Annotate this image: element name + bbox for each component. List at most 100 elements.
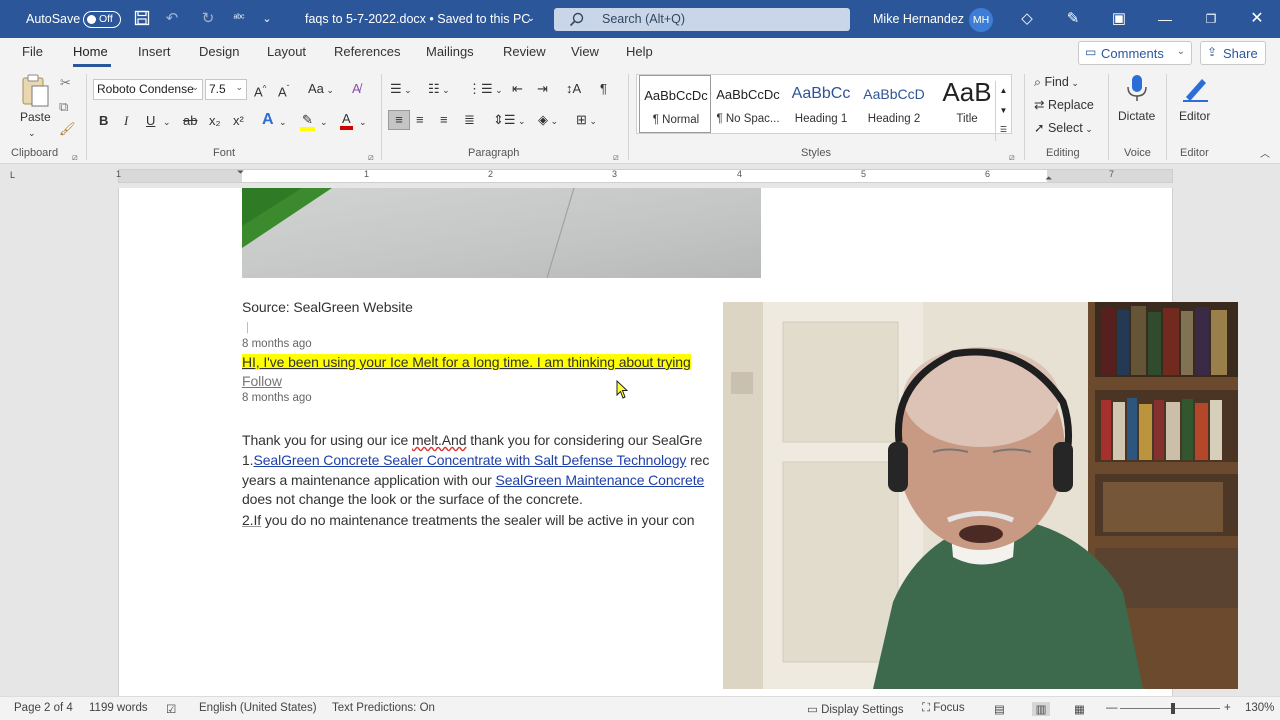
web-layout-icon[interactable]: ▦ <box>1074 702 1085 716</box>
tab-selector[interactable]: L <box>10 170 22 182</box>
shrink-font-icon[interactable]: Aˇ <box>278 80 289 101</box>
dictate-button[interactable]: Dictate <box>1118 107 1155 125</box>
text-effects-icon[interactable]: A <box>262 111 274 129</box>
underline-button[interactable]: U <box>146 112 155 130</box>
text-predictions[interactable]: Text Predictions: On <box>332 702 435 714</box>
save-icon[interactable] <box>133 10 151 28</box>
close-icon[interactable]: ✕ <box>1246 8 1268 30</box>
format-painter-icon[interactable]: 🖌 <box>59 120 76 138</box>
tab-home[interactable]: Home <box>73 44 108 59</box>
subscript-button[interactable]: x₂ <box>209 112 221 130</box>
user-name[interactable]: Mike Hernandez <box>873 12 964 26</box>
find-button[interactable]: ⌕ Find ⌄ <box>1034 73 1079 92</box>
search-box[interactable]: Search (Alt+Q) <box>554 8 850 31</box>
zoom-slider-thumb[interactable] <box>1171 703 1175 714</box>
collapse-ribbon-icon[interactable]: ︿ <box>1260 146 1270 164</box>
bold-button[interactable]: B <box>99 112 108 130</box>
sort-icon[interactable]: ↕A <box>566 80 581 98</box>
display-settings-button[interactable]: ▭ Display Settings <box>807 702 904 716</box>
style-heading-2[interactable]: AaBbCcD Heading 2 <box>858 75 930 133</box>
scroll-down-icon[interactable]: ▼ <box>996 101 1011 121</box>
tab-design[interactable]: Design <box>199 44 239 59</box>
align-right-icon[interactable]: ≡ <box>440 111 448 129</box>
clear-formatting-icon[interactable]: A̸ <box>352 80 361 98</box>
zoom-out-icon[interactable]: — <box>1106 702 1118 714</box>
autosave-toggle[interactable]: Off <box>83 11 121 28</box>
change-case-button[interactable]: Aa ⌄ <box>308 80 334 99</box>
zoom-level[interactable]: 130% <box>1245 702 1274 714</box>
style-title[interactable]: AaB Title <box>931 75 1003 133</box>
font-size-combo[interactable]: 7.5 ⌄ <box>205 79 247 100</box>
increase-indent-icon[interactable]: ⇥ <box>537 80 548 98</box>
cut-icon[interactable]: ✂ <box>60 74 71 92</box>
zoom-in-icon[interactable]: + <box>1224 702 1231 714</box>
proofing-icon[interactable]: ☑ <box>166 702 176 716</box>
text-effects-dropdown-icon[interactable]: ⌄ <box>279 113 287 131</box>
borders-icon[interactable]: ⊞ ⌄ <box>576 111 597 130</box>
show-formatting-button[interactable]: ¶ <box>600 80 607 98</box>
horizontal-ruler[interactable]: 1 1 2 3 4 5 6 7 ⏷ ⏶ <box>116 167 1173 184</box>
comments-button[interactable]: ▭ Comments ⌄ <box>1078 41 1192 65</box>
strikethrough-button[interactable]: ab <box>183 112 197 130</box>
editor-icon[interactable] <box>1180 73 1210 103</box>
tab-references[interactable]: References <box>334 44 400 59</box>
align-left-icon[interactable]: ≡ <box>388 110 410 130</box>
minimize-icon[interactable]: — <box>1154 8 1176 30</box>
follow-link[interactable]: Follow <box>242 373 282 389</box>
paste-dropdown-icon[interactable]: ⌄ <box>28 124 36 142</box>
underline-dropdown-icon[interactable]: ⌄ <box>163 113 171 131</box>
page-count[interactable]: Page 2 of 4 <box>14 702 73 714</box>
italic-button[interactable]: I <box>124 112 128 130</box>
avatar[interactable]: MH <box>969 8 993 32</box>
style-no-spacing[interactable]: AaBbCcDc ¶ No Spac... <box>712 75 784 133</box>
zoom-slider[interactable] <box>1120 708 1220 709</box>
redo-icon[interactable]: ↻ <box>199 10 217 28</box>
more-styles-icon[interactable]: ☰ <box>996 121 1011 139</box>
font-name-combo[interactable]: Roboto Condense ⌄ <box>93 79 203 100</box>
copy-icon[interactable]: ⧉ <box>59 98 68 116</box>
print-layout-icon[interactable]: ▥ <box>1032 702 1050 716</box>
share-button[interactable]: ⇪ Share <box>1200 41 1266 65</box>
grow-font-icon[interactable]: A^ <box>254 80 266 101</box>
multilevel-list-icon[interactable]: ⋮☰ ⌄ <box>468 80 503 99</box>
justify-icon[interactable]: ≣ <box>464 111 475 129</box>
spelling-icon[interactable]: ᵃᵇᶜ <box>230 10 248 28</box>
read-mode-icon[interactable]: ▤ <box>994 702 1005 716</box>
numbering-icon[interactable]: ☷ ⌄ <box>428 80 450 99</box>
tab-mailings[interactable]: Mailings <box>426 44 474 59</box>
editor-button[interactable]: Editor <box>1179 107 1210 125</box>
microphone-icon[interactable] <box>1124 73 1150 103</box>
replace-button[interactable]: ⇄ Replace <box>1034 96 1094 114</box>
highlight-icon[interactable]: ✎ <box>300 111 315 131</box>
word-count[interactable]: 1199 words <box>89 702 148 714</box>
tab-review[interactable]: Review <box>503 44 546 59</box>
font-color-icon[interactable]: A <box>340 110 353 130</box>
superscript-button[interactable]: x² <box>233 112 244 130</box>
customize-toolbar-icon[interactable]: ⌄ <box>258 10 276 28</box>
tab-layout[interactable]: Layout <box>267 44 306 59</box>
tab-file[interactable]: File <box>22 44 43 59</box>
tab-insert[interactable]: Insert <box>138 44 171 59</box>
title-dropdown-icon[interactable]: ⌄ <box>522 10 540 28</box>
font-color-dropdown-icon[interactable]: ⌄ <box>359 113 367 131</box>
pen-icon[interactable]: ✎ <box>1064 10 1082 28</box>
highlight-dropdown-icon[interactable]: ⌄ <box>320 113 328 131</box>
right-indent-marker[interactable]: ⏶ <box>1045 173 1052 184</box>
restore-icon[interactable]: ❐ <box>1200 8 1222 30</box>
shading-icon[interactable]: ◈ ⌄ <box>538 111 558 130</box>
select-button[interactable]: ➚ Select ⌄ <box>1034 119 1093 138</box>
decrease-indent-icon[interactable]: ⇤ <box>512 80 523 98</box>
styles-scroll[interactable]: ▲ ▼ ☰ <box>995 81 1011 141</box>
style-normal[interactable]: AaBbCcDc ¶ Normal <box>639 75 711 133</box>
product-link[interactable]: SealGreen Maintenance Concrete <box>496 472 705 488</box>
language[interactable]: English (United States) <box>199 702 317 714</box>
bullets-icon[interactable]: ☰ ⌄ <box>390 80 412 99</box>
style-heading-1[interactable]: AaBbCc Heading 1 <box>785 75 857 133</box>
undo-icon[interactable]: ↶ <box>163 10 181 28</box>
line-spacing-icon[interactable]: ⇕☰ ⌄ <box>493 111 526 130</box>
ribbon-display-icon[interactable]: ▣ <box>1110 10 1128 28</box>
indent-marker[interactable]: ⏷ <box>237 167 244 178</box>
tab-help[interactable]: Help <box>626 44 653 59</box>
focus-button[interactable]: ⛶ Focus <box>922 702 965 715</box>
scroll-up-icon[interactable]: ▲ <box>996 81 1011 101</box>
